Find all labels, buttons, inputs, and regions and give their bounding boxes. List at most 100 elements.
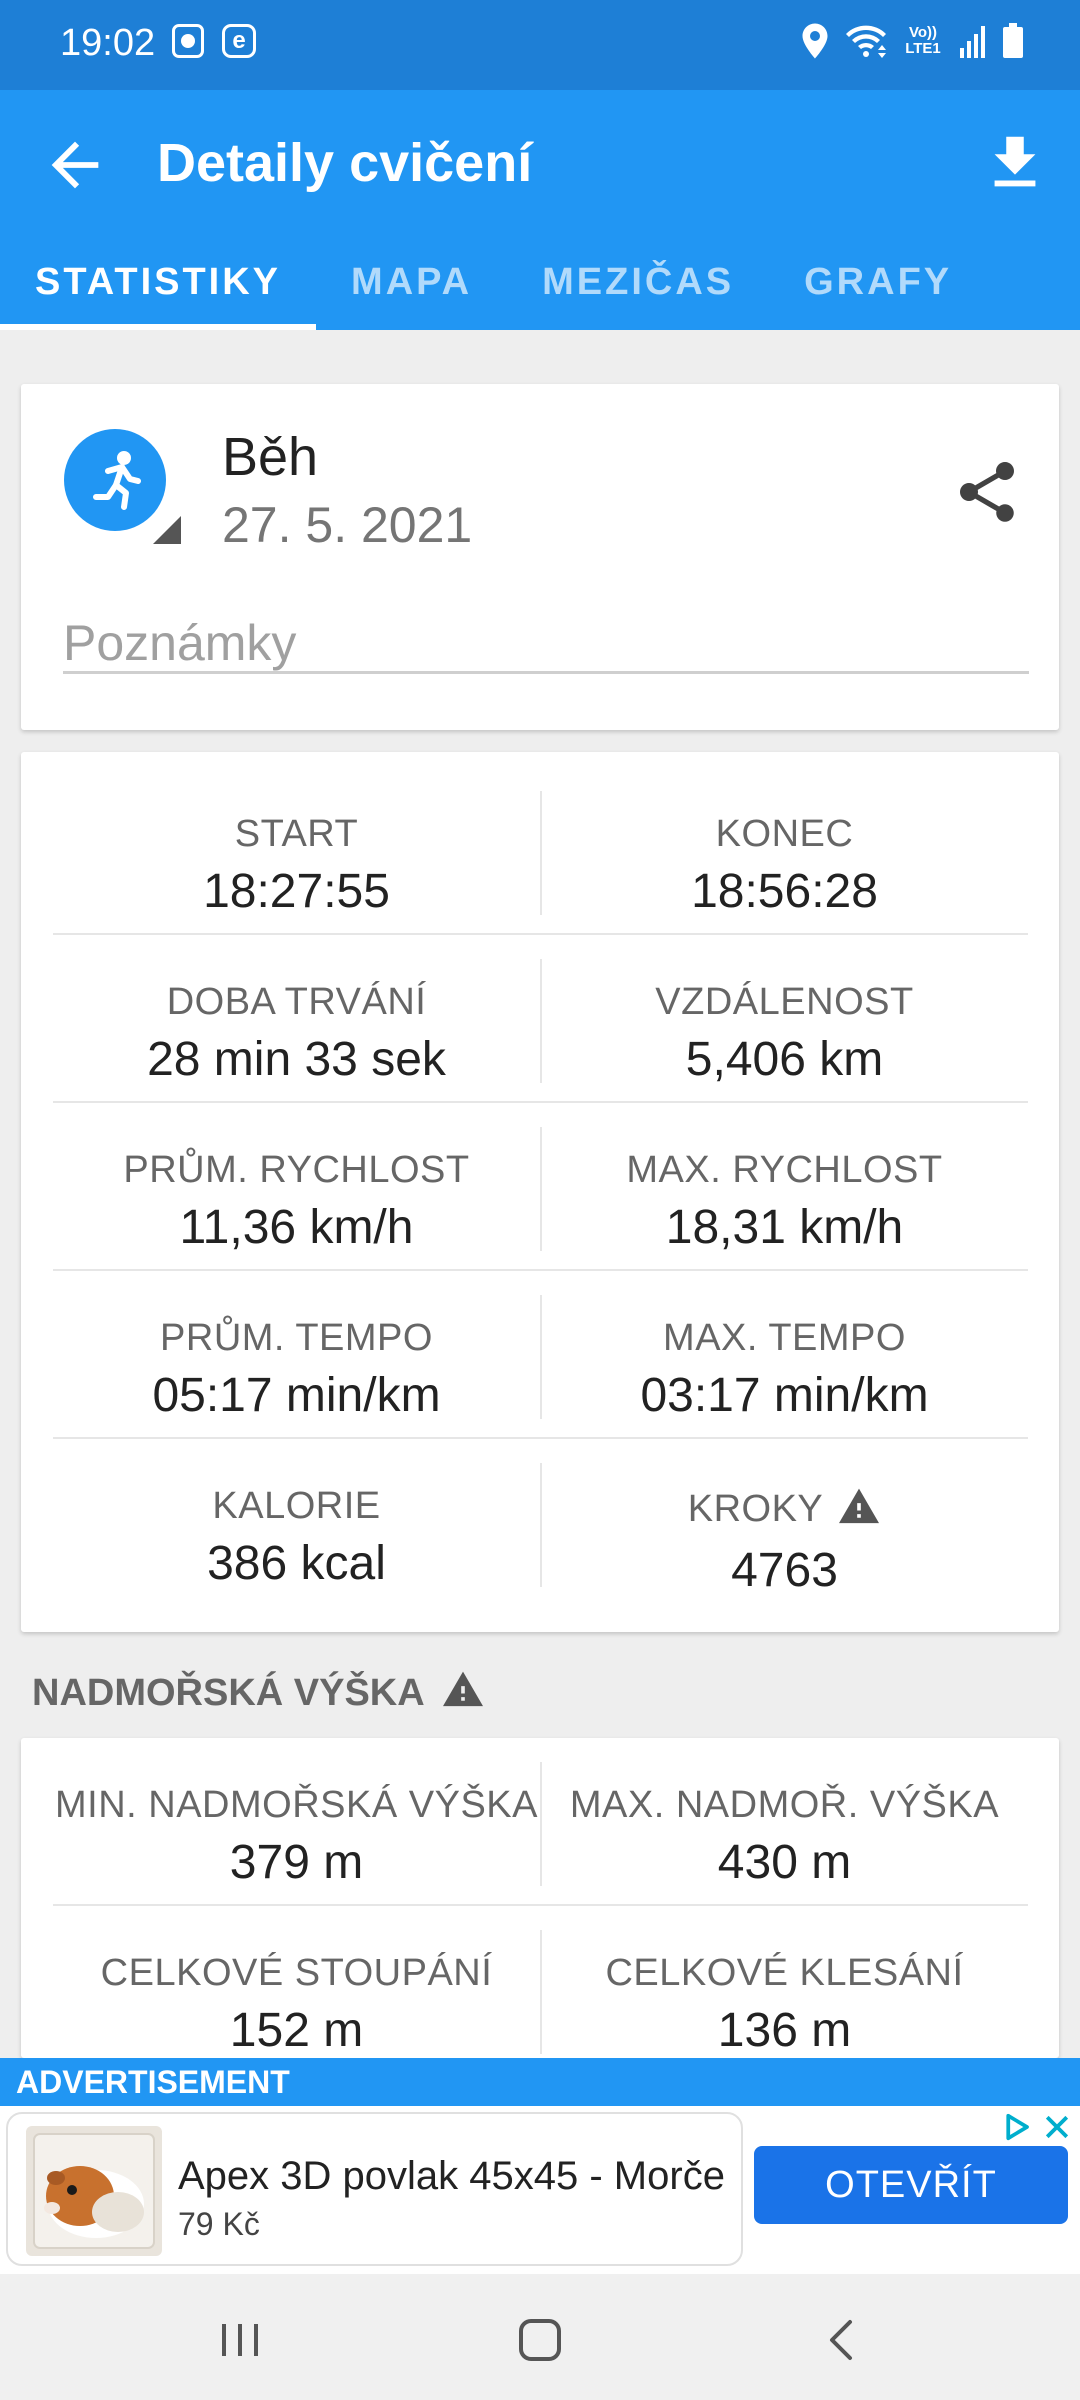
activity-name: Běh xyxy=(222,427,319,487)
share-button[interactable] xyxy=(951,456,1023,528)
ad-open-button[interactable]: OTEVŘÍT xyxy=(754,2146,1068,2224)
ad-choices xyxy=(1002,2112,1070,2142)
stat-value: 386 kcal xyxy=(207,1537,386,1590)
home-button[interactable] xyxy=(510,2310,570,2370)
tab-statistiky[interactable]: STATISTIKY xyxy=(0,262,317,330)
stat-min-elevation: MIN. NADMOŘSKÁ VÝŠKA 379 m xyxy=(53,1738,540,1906)
status-right-icons: Vo)) LTE1 xyxy=(800,22,1024,60)
stat-label: KROKY xyxy=(541,1485,1028,1535)
recent-apps-button[interactable] xyxy=(210,2310,270,2370)
stat-row: PRŮM. RYCHLOST 11,36 km/h MAX. RYCHLOST … xyxy=(53,1103,1028,1271)
stat-value: 11,36 km/h xyxy=(179,1201,414,1254)
system-nav-bar xyxy=(0,2274,1080,2400)
ad-info-icon[interactable] xyxy=(1002,2112,1032,2142)
stat-label: VZDÁLENOST xyxy=(655,981,914,1023)
status-left-icons: e xyxy=(172,24,256,58)
stat-max-speed: MAX. RYCHLOST 18,31 km/h xyxy=(541,1103,1028,1271)
elevation-section-header: NADMOŘSKÁ VÝŠKA xyxy=(32,1668,485,1718)
stat-label: CELKOVÉ STOUPÁNÍ xyxy=(100,1952,493,1994)
stat-label: KONEC xyxy=(715,813,854,855)
recent-apps-icon xyxy=(222,2324,258,2356)
status-time: 19:02 xyxy=(60,22,156,64)
running-icon xyxy=(93,451,141,510)
stat-avg-speed: PRŮM. RYCHLOST 11,36 km/h xyxy=(53,1103,540,1271)
stat-value: 03:17 min/km xyxy=(640,1369,929,1422)
stat-value: 379 m xyxy=(229,1836,364,1889)
chevron-left-icon xyxy=(830,2320,852,2360)
stat-label: KALORIE xyxy=(212,1485,381,1527)
warning-icon[interactable] xyxy=(837,1485,881,1535)
arrow-left-icon xyxy=(51,141,99,189)
page-title: Detaily cvičení xyxy=(157,133,533,193)
tab-mezicas[interactable]: MEZIČAS xyxy=(507,262,769,330)
screenshot-icon xyxy=(172,24,204,58)
location-icon xyxy=(802,23,828,59)
app-bar: Detaily cvičení STATISTIKY MAPA MEZIČAS … xyxy=(0,90,1080,330)
ad-content[interactable]: Apex 3D povlak 45x45 - Morče 79 Kč xyxy=(6,2112,743,2266)
stat-row: KALORIE 386 kcal KROKY 4763 xyxy=(53,1439,1028,1607)
signal-icon xyxy=(960,26,985,58)
wifi-icon xyxy=(846,25,886,58)
volte-icon: Vo)) LTE1 xyxy=(905,24,941,57)
section-title: NADMOŘSKÁ VÝŠKA xyxy=(32,1671,425,1714)
stat-label: MAX. TEMPO xyxy=(663,1317,906,1359)
share-icon xyxy=(960,462,1014,522)
close-icon[interactable] xyxy=(1044,2114,1070,2140)
stat-label: MAX. NADMOŘ. VÝŠKA xyxy=(569,1784,1000,1826)
ad-banner[interactable]: Apex 3D povlak 45x45 - Morče 79 Kč OTEVŘ… xyxy=(0,2106,1080,2274)
ad-product-image xyxy=(26,2126,162,2256)
stat-start: START 18:27:55 xyxy=(53,767,540,935)
elevation-card: MIN. NADMOŘSKÁ VÝŠKA 379 m MAX. NADMOŘ. … xyxy=(21,1738,1059,2058)
stat-calories: KALORIE 386 kcal xyxy=(53,1439,540,1607)
ad-price: 79 Kč xyxy=(178,2206,260,2242)
stat-value: 136 m xyxy=(717,2004,852,2057)
back-button[interactable] xyxy=(40,130,110,200)
activity-card: Běh 27. 5. 2021 xyxy=(21,384,1059,730)
e-app-icon: e xyxy=(222,24,256,58)
back-nav-button[interactable] xyxy=(812,2310,872,2370)
battery-icon xyxy=(1003,23,1023,58)
stat-row: CELKOVÉ STOUPÁNÍ 152 m CELKOVÉ KLESÁNÍ 1… xyxy=(53,1906,1028,2058)
stat-label: START xyxy=(234,813,359,855)
stats-card: START 18:27:55 KONEC 18:56:28 DOBA TRVÁN… xyxy=(21,752,1059,1632)
stat-max-elevation: MAX. NADMOŘ. VÝŠKA 430 m xyxy=(541,1738,1028,1906)
stat-value: 18,31 km/h xyxy=(665,1201,904,1254)
download-icon xyxy=(994,136,1036,187)
stat-value: 18:56:28 xyxy=(691,865,878,918)
stat-label: DOBA TRVÁNÍ xyxy=(166,981,427,1023)
tab-bar: STATISTIKY MAPA MEZIČAS GRAFY xyxy=(0,262,1080,330)
stat-total-ascent: CELKOVÉ STOUPÁNÍ 152 m xyxy=(53,1906,540,2058)
ad-label: ADVERTISEMENT xyxy=(0,2058,1080,2106)
stat-row: MIN. NADMOŘSKÁ VÝŠKA 379 m MAX. NADMOŘ. … xyxy=(53,1738,1028,1906)
stat-value: 28 min 33 sek xyxy=(147,1033,446,1086)
tab-mapa[interactable]: MAPA xyxy=(316,262,507,330)
stat-value: 05:17 min/km xyxy=(152,1369,441,1422)
download-button[interactable] xyxy=(980,128,1050,198)
stat-value: 18:27:55 xyxy=(203,865,390,918)
status-bar: 19:02 e Vo)) LTE1 xyxy=(0,0,1080,90)
tab-grafy[interactable]: GRAFY xyxy=(769,262,987,330)
stat-label-text: KROKY xyxy=(687,1488,824,1530)
stat-label: PRŮM. RYCHLOST xyxy=(123,1149,470,1191)
activity-date: 27. 5. 2021 xyxy=(222,497,473,553)
notes-input[interactable] xyxy=(63,614,1029,674)
stat-value: 152 m xyxy=(229,2004,364,2057)
stat-label: MIN. NADMOŘSKÁ VÝŠKA xyxy=(55,1784,538,1826)
stat-value: 5,406 km xyxy=(685,1033,884,1086)
stat-label: PRŮM. TEMPO xyxy=(160,1317,433,1359)
stat-row: DOBA TRVÁNÍ 28 min 33 sek VZDÁLENOST 5,4… xyxy=(53,935,1028,1103)
stat-total-descent: CELKOVÉ KLESÁNÍ 136 m xyxy=(541,1906,1028,2058)
stat-avg-pace: PRŮM. TEMPO 05:17 min/km xyxy=(53,1271,540,1439)
ad-title: Apex 3D povlak 45x45 - Morče xyxy=(178,2154,725,2198)
home-icon xyxy=(519,2319,561,2361)
stat-label: MAX. RYCHLOST xyxy=(626,1149,943,1191)
stat-row: PRŮM. TEMPO 05:17 min/km MAX. TEMPO 03:1… xyxy=(53,1271,1028,1439)
stat-distance: VZDÁLENOST 5,406 km xyxy=(541,935,1028,1103)
stat-end: KONEC 18:56:28 xyxy=(541,767,1028,935)
dropdown-triangle-icon xyxy=(153,516,181,544)
activity-type-button[interactable] xyxy=(64,429,166,531)
stat-value: 4763 xyxy=(731,1544,838,1597)
stat-row: START 18:27:55 KONEC 18:56:28 xyxy=(53,767,1028,935)
warning-icon[interactable] xyxy=(441,1668,485,1718)
stat-value: 430 m xyxy=(717,1836,852,1889)
